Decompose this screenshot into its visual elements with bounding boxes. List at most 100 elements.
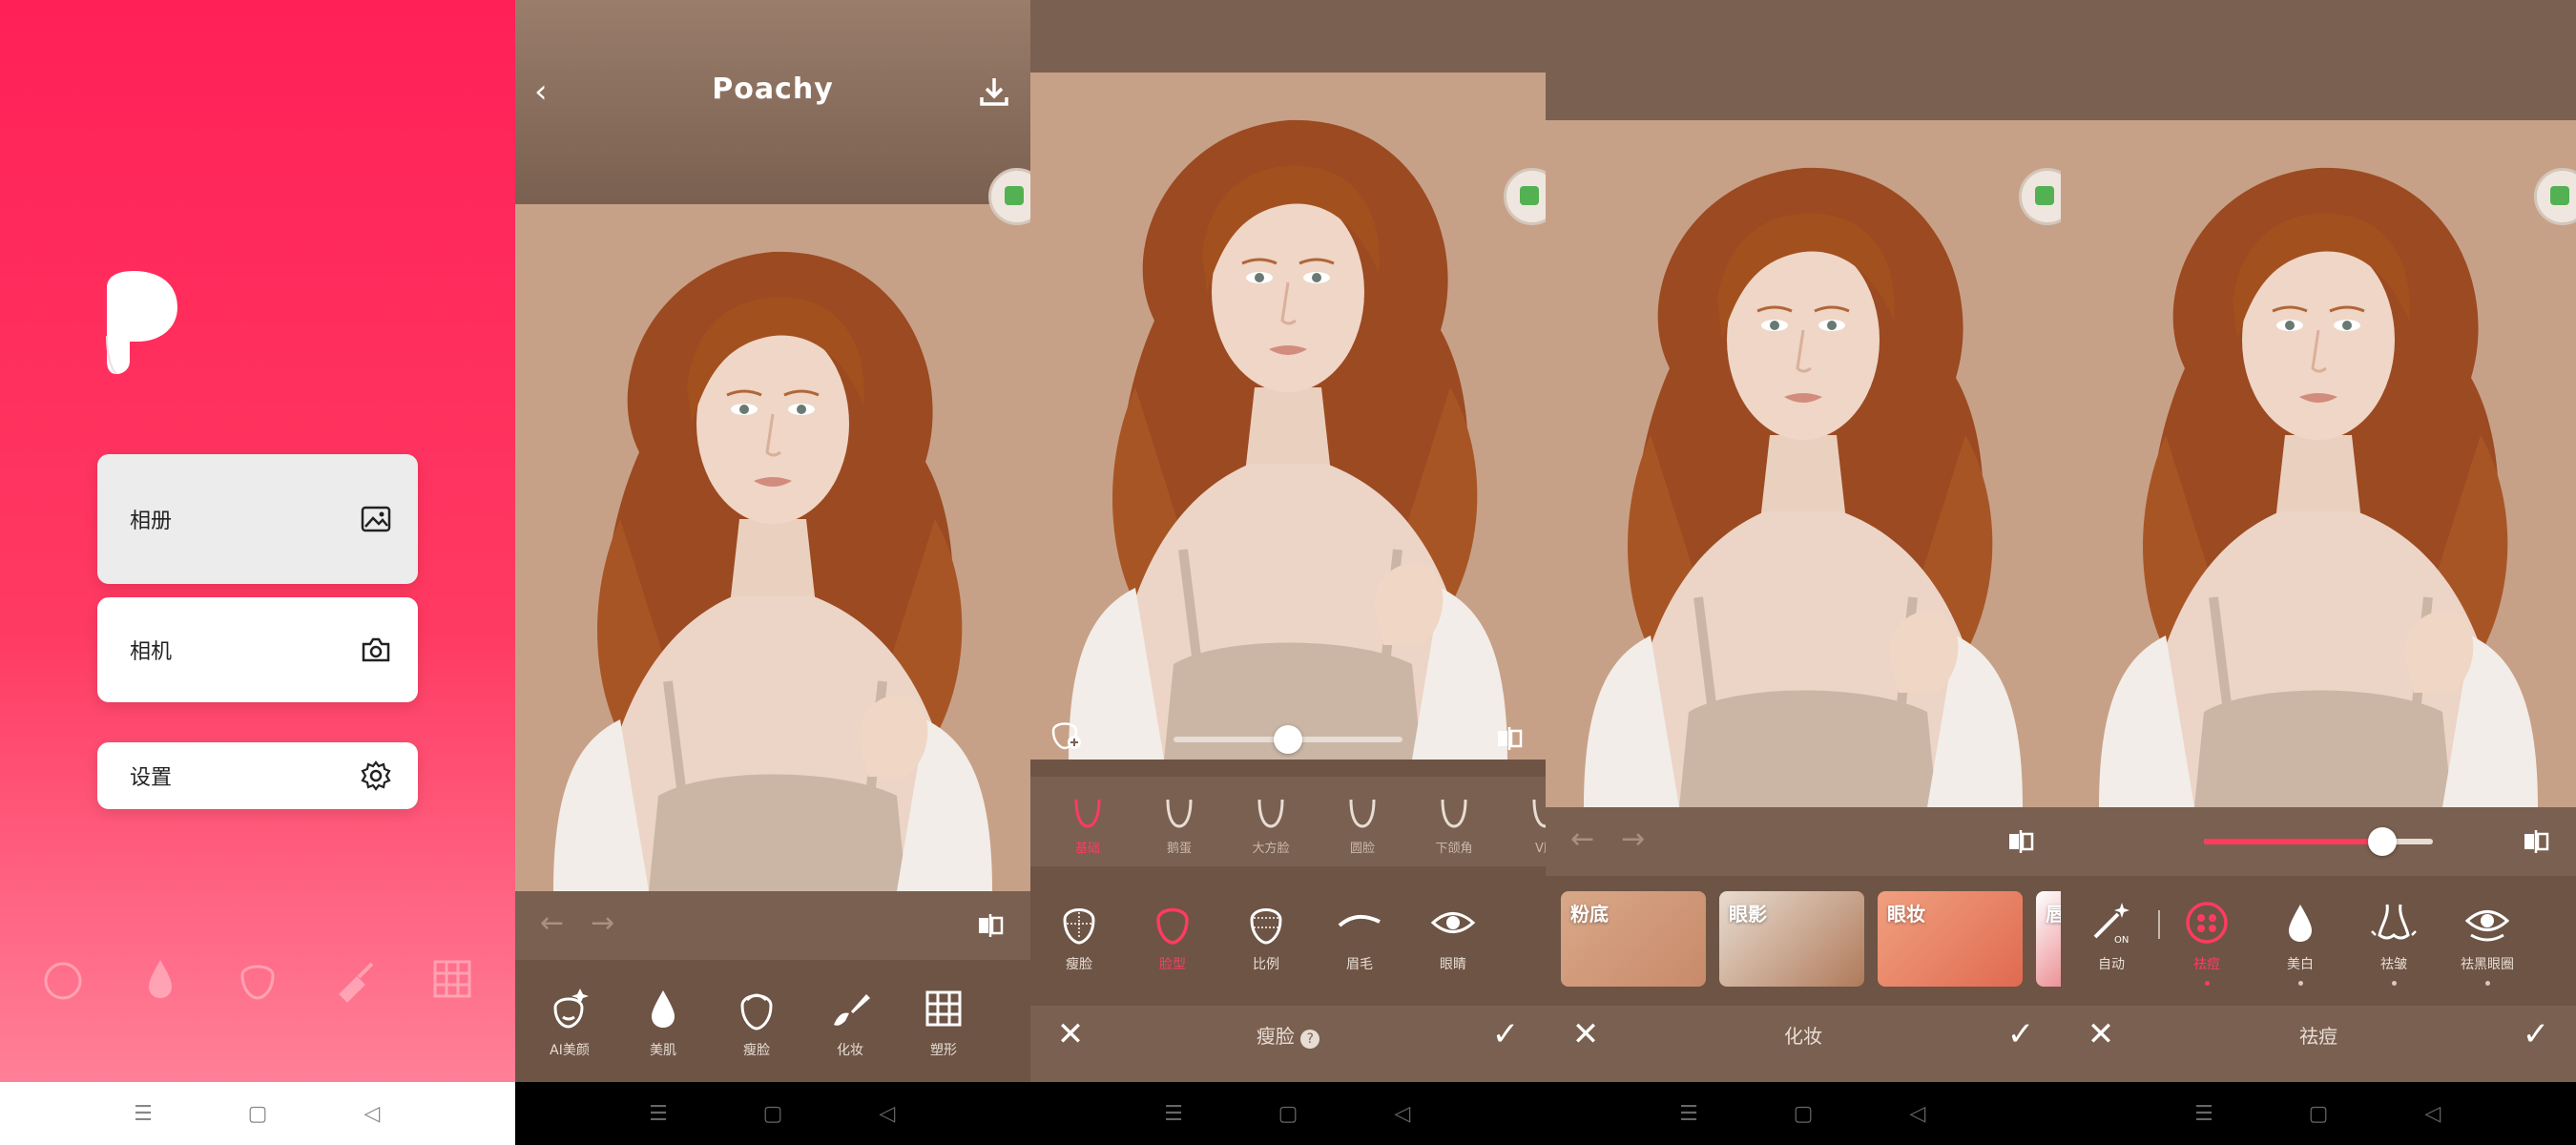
menu-nav-icon[interactable]: ☰ — [1154, 1094, 1193, 1133]
decorative-icons — [38, 954, 477, 1004]
cancel-icon[interactable]: ✕ — [1567, 1015, 1605, 1053]
tool-label: 化妆 — [837, 1043, 863, 1058]
tool-face-shape[interactable]: 脸型 — [1126, 897, 1219, 973]
confirm-icon[interactable]: ✓ — [2002, 1015, 2040, 1053]
thumb-label: 唇 — [2046, 903, 2061, 926]
menu-nav-icon[interactable]: ☰ — [639, 1094, 677, 1133]
shape-label: 下颌角 — [1435, 842, 1473, 856]
redo-icon[interactable]: → — [591, 906, 614, 940]
intensity-slider[interactable] — [1174, 725, 1402, 754]
help-icon[interactable]: ? — [1300, 1029, 1320, 1049]
back-nav-icon[interactable]: ◁ — [353, 1094, 391, 1133]
camera-icon — [362, 637, 390, 662]
photo-canvas[interactable] — [2061, 120, 2576, 807]
photo-canvas[interactable] — [1546, 120, 2061, 807]
tool-auto[interactable]: ON 自动 — [2065, 897, 2158, 986]
shape-label: V脸 — [1535, 842, 1546, 856]
tool-whiten[interactable]: 美白 — [2254, 897, 2347, 986]
face-shape-icon — [1166, 799, 1193, 828]
face-shape-option[interactable]: 基础 — [1042, 794, 1133, 856]
indicator-dot — [2484, 981, 2490, 986]
system-nav-bar: ☰ ▢ ◁ — [1546, 1082, 2061, 1145]
intensity-slider[interactable] — [2204, 827, 2433, 856]
face-shape-option[interactable]: 鹅蛋 — [1133, 794, 1225, 856]
home-nav-icon[interactable]: ▢ — [754, 1094, 792, 1133]
face-sparkle-icon — [44, 962, 82, 1000]
home-nav-icon[interactable]: ▢ — [1784, 1094, 1822, 1133]
redo-icon[interactable]: → — [1621, 822, 1645, 856]
makeup-thumb[interactable]: 粉底 — [1561, 891, 1706, 987]
home-nav-icon[interactable]: ▢ — [2299, 1094, 2337, 1133]
tool-label: 自动 — [2098, 957, 2125, 972]
confirm-icon[interactable]: ✓ — [2517, 1015, 2555, 1053]
makeup-thumb[interactable]: 唇 — [2036, 891, 2061, 987]
download-icon[interactable] — [975, 73, 1013, 111]
tool-ai-beauty[interactable]: AI美颜 — [523, 983, 616, 1059]
tool-eye[interactable]: 眼睛 — [1406, 897, 1500, 973]
photo-canvas[interactable] — [515, 204, 1030, 891]
face-shape-option[interactable]: V脸 — [1500, 794, 1546, 856]
system-nav-bar: ☰ ▢ ◁ — [515, 1082, 1030, 1145]
back-nav-icon[interactable]: ◁ — [1383, 1094, 1422, 1133]
system-nav-bar: ☰ ▢ ◁ — [0, 1082, 515, 1145]
face-shape-option[interactable]: 大方脸 — [1225, 794, 1317, 856]
tool-reshape[interactable]: 塑形 — [897, 983, 990, 1059]
photo-canvas[interactable] — [1030, 73, 1546, 760]
back-nav-icon[interactable]: ◁ — [868, 1094, 906, 1133]
settings-button[interactable]: 设置 — [97, 742, 418, 809]
compare-icon[interactable] — [975, 910, 1006, 941]
slider-fill — [2204, 839, 2383, 844]
face-sparkle-icon — [553, 989, 589, 1029]
history-bar: ← → — [515, 891, 1030, 960]
face-slim-screen: 基础 鹅蛋 大方脸 圆脸 下颌角 V脸 瘦脸 脸型 比例 眉毛 眼睛 — [1030, 0, 1546, 1145]
tool-acne[interactable]: 祛痘 — [2160, 897, 2254, 986]
undo-icon[interactable]: ← — [540, 906, 564, 940]
compare-icon[interactable] — [2521, 826, 2551, 857]
slider-fill — [1174, 737, 1288, 742]
compare-icon[interactable] — [2005, 826, 2036, 857]
eyebrow-icon — [1338, 914, 1381, 927]
action-bar: ✕ 祛痘 ✓ — [2061, 996, 2576, 1072]
compare-icon[interactable] — [1494, 723, 1525, 754]
makeup-thumb[interactable]: 眼妆 — [1878, 891, 2023, 987]
shape-label: 鹅蛋 — [1166, 842, 1192, 856]
undo-icon[interactable]: ← — [1570, 822, 1594, 856]
system-nav-bar: ☰ ▢ ◁ — [1030, 1082, 1546, 1145]
slider-knob[interactable] — [1274, 725, 1302, 754]
menu-nav-icon[interactable]: ☰ — [1670, 1094, 1708, 1133]
makeup-thumb[interactable]: 眼影 — [1719, 891, 1864, 987]
tool-ratio[interactable]: 比例 — [1219, 897, 1313, 973]
tool-makeup[interactable]: 化妆 — [803, 983, 897, 1059]
makeup-screen: ← → 粉底 眼影 眼妆 唇 ✕ 化妆 ✓ ☰ ▢ ◁ — [1546, 0, 2061, 1145]
menu-nav-icon[interactable]: ☰ — [2185, 1094, 2223, 1133]
image-icon — [361, 506, 391, 532]
album-button[interactable]: 相册 — [97, 454, 418, 584]
tool-dark-circle[interactable]: 祛黑眼圈 — [2441, 897, 2534, 986]
tool-skin[interactable]: 美肌 — [616, 983, 710, 1059]
tool-wrinkle[interactable]: 祛皱 — [2347, 897, 2441, 986]
face-add-icon[interactable] — [1046, 714, 1084, 752]
tool-slim[interactable]: 瘦脸 — [1032, 897, 1126, 973]
back-nav-icon[interactable]: ◁ — [2414, 1094, 2452, 1133]
slider-knob[interactable] — [2368, 827, 2398, 856]
confirm-icon[interactable]: ✓ — [1486, 1015, 1525, 1053]
tool-eyebrow[interactable]: 眉毛 — [1313, 897, 1406, 973]
home-nav-icon[interactable]: ▢ — [239, 1094, 277, 1133]
back-nav-icon[interactable]: ◁ — [1899, 1094, 1937, 1133]
face-shape-option[interactable]: 圆脸 — [1317, 794, 1408, 856]
cancel-icon[interactable]: ✕ — [2082, 1015, 2120, 1053]
action-bar: ✕ 瘦脸 ? ✓ — [1030, 996, 1546, 1072]
camera-button[interactable]: 相机 — [97, 597, 418, 702]
tool-bar: 瘦脸 脸型 比例 眉毛 眼睛 — [1030, 866, 1546, 1006]
slider-bar — [2061, 807, 2576, 876]
tool-label: 眼睛 — [1440, 957, 1466, 972]
menu-nav-icon[interactable]: ☰ — [124, 1094, 162, 1133]
tool-label: 瘦脸 — [1066, 957, 1092, 972]
cancel-icon[interactable]: ✕ — [1051, 1015, 1090, 1053]
face-shape-option[interactable]: 下颌角 — [1408, 794, 1500, 856]
home-nav-icon[interactable]: ▢ — [1269, 1094, 1307, 1133]
tool-slim-face[interactable]: 瘦脸 — [710, 983, 803, 1059]
face-outline-icon — [240, 965, 275, 1000]
beauty-screen: ON 自动 祛痘 美白 祛皱 祛黑眼圈 ✕ 祛痘 ✓ ☰ ▢ ◁ — [2061, 0, 2576, 1145]
face-shape-icon — [1349, 799, 1376, 828]
